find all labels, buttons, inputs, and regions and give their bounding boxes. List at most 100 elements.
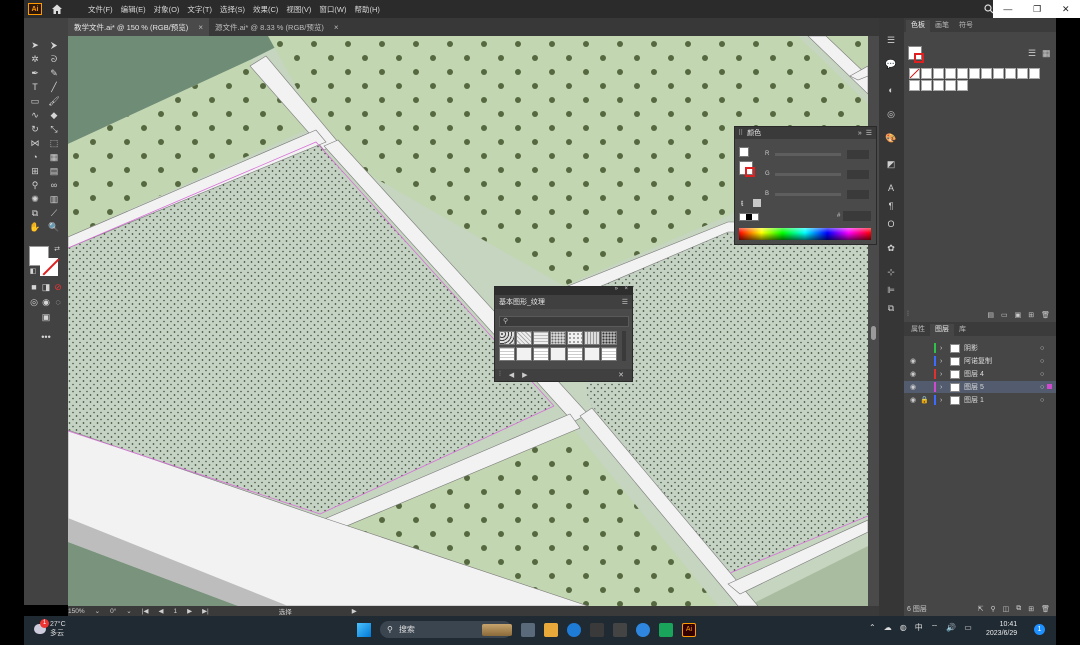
swatch[interactable] [945,68,956,79]
swap-fill-stroke-icon[interactable]: ⇄ [51,244,63,255]
visibility-eye-icon[interactable]: ◉ [910,383,920,391]
slice-tool-icon[interactable]: ⟋ [48,208,60,219]
close-icon[interactable]: × [198,23,203,32]
edge-icon[interactable] [567,622,581,637]
collapse-icon[interactable]: » [615,286,618,292]
target-icon[interactable]: ○ [1040,358,1048,365]
swatch[interactable] [921,68,932,79]
security-icon[interactable]: ◍ [900,623,907,632]
collapse-icon[interactable]: » [858,130,862,137]
chevron-up-icon[interactable]: ⌃ [869,623,876,632]
color-mode-icon[interactable]: ■ [28,282,40,293]
pattern-swatch[interactable] [499,347,515,361]
align-icon[interactable]: ⊫ [885,284,897,296]
paragraph-icon[interactable]: ¶ [885,200,897,212]
pattern-swatch[interactable] [550,331,566,345]
tab-libraries[interactable]: 库 [954,324,971,336]
show-kinds-icon[interactable]: ▤ [987,311,994,319]
layer-row[interactable]: ◉ › 图层 5 ○ [904,381,1056,393]
fill-swatch[interactable] [739,147,749,157]
swatch[interactable] [1029,68,1040,79]
more-tools-icon[interactable]: ••• [40,332,52,343]
swatch-libraries-icon[interactable]: ⫶ [907,311,909,319]
default-fill-stroke-icon[interactable]: ◧ [27,266,39,277]
pathfinder-icon[interactable]: ⧉ [885,302,897,314]
app-icon[interactable] [613,622,627,637]
gradient-tool-icon[interactable]: ▤ [48,166,60,177]
tab-source-file[interactable]: 源文件.ai* @ 8.33 % (RGB/预览) × [208,18,345,36]
curvature-tool-icon[interactable]: ✎ [48,68,60,79]
layer-row[interactable]: › 阴影 ○ [904,342,1056,354]
illustrator-taskbar-icon[interactable]: Ai [682,622,696,637]
type-tool-icon[interactable]: T [29,82,41,93]
visibility-eye-icon[interactable]: ◉ [910,357,920,365]
g-slider[interactable]: G [765,169,870,179]
volume-icon[interactable]: 🔊 [946,623,956,632]
pattern-swatch[interactable] [533,347,549,361]
comments-icon[interactable]: 💬 [885,58,897,70]
b-slider[interactable]: B [765,189,870,199]
pattern-swatch[interactable] [601,347,617,361]
artboard-tool-icon[interactable]: ⧉ [29,208,41,219]
tab-properties[interactable]: 属性 [906,324,930,336]
artboard-number[interactable]: 1 [173,608,177,615]
pattern-swatch[interactable] [533,331,549,345]
new-layer-icon[interactable]: ⊞ [1028,605,1034,613]
horizontal-scrollbar[interactable]: ▶ [352,607,357,615]
free-transform-tool-icon[interactable]: ⬚ [48,138,60,149]
new-color-group-icon[interactable]: ▣ [1015,311,1022,319]
menu-item[interactable]: 帮助(H) [355,4,380,15]
export-icon[interactable]: ⇱ [978,605,984,613]
new-sublayer-icon[interactable]: ⧉ [1016,605,1021,613]
pattern-swatch[interactable] [567,347,583,361]
hex-input[interactable] [843,211,871,221]
tab-symbols[interactable]: 符号 [954,20,978,32]
column-graph-tool-icon[interactable]: ▥ [48,194,60,205]
visibility-eye-icon[interactable]: ◉ [910,370,920,378]
draw-inside-icon[interactable]: ◌ [52,297,64,308]
prev-artboard-icon[interactable]: ◀ [158,607,163,615]
chevron-down-icon[interactable]: ⌄ [95,607,100,615]
expand-arrow-icon[interactable]: › [940,397,950,404]
transform-icon[interactable]: ⊹ [885,266,897,278]
out-of-gamut-icon[interactable]: ŧ [741,199,743,208]
menu-item[interactable]: 对象(O) [154,4,180,15]
pattern-swatch[interactable] [516,347,532,361]
stroke-panel-icon[interactable]: ◎ [885,108,897,120]
symbol-sprayer-tool-icon[interactable]: ✺ [29,194,41,205]
pattern-swatch[interactable] [567,331,583,345]
pattern-swatch[interactable] [584,347,600,361]
grid-view-icon[interactable]: ▦ [1042,48,1051,59]
draw-normal-icon[interactable]: ◎ [28,297,40,308]
appearance-icon[interactable]: ◐ [885,84,897,96]
paintbrush-tool-icon[interactable]: 🖌 [48,96,60,107]
tab-layers[interactable]: 图层 [930,324,954,336]
eraser-tool-icon[interactable]: ◆ [48,110,60,121]
swatch[interactable] [981,68,992,79]
clipping-mask-icon[interactable]: ◫ [1003,605,1010,613]
wifi-icon[interactable]: ⌔ [931,623,939,633]
swatch[interactable] [957,80,968,91]
menu-item[interactable]: 效果(C) [253,4,278,15]
pin-icon[interactable]: ✕ [618,371,624,379]
browser-icon[interactable] [636,622,650,637]
scale-tool-icon[interactable]: ⤡ [48,124,60,135]
close-icon[interactable]: ✕ [1062,4,1070,15]
restore-icon[interactable]: ❐ [1033,4,1041,15]
perspective-grid-tool-icon[interactable]: ▦ [48,152,60,163]
r-slider[interactable]: R [765,149,870,159]
panel-menu-icon[interactable]: ☰ [622,298,628,306]
weather-widget[interactable]: 1 27°C 多云 [34,619,66,638]
new-swatch-icon[interactable]: ⊞ [1028,311,1034,319]
chevron-down-icon[interactable]: ⌄ [126,607,131,615]
search-input[interactable]: ⚲ [499,316,629,327]
lock-icon[interactable]: 🔒 [920,396,930,404]
magic-wand-tool-icon[interactable]: ✲ [29,54,41,65]
menu-item[interactable]: 文件(F) [88,4,113,15]
swatch[interactable] [957,68,968,79]
hand-tool-icon[interactable]: ✋ [29,222,41,233]
selection-tool-icon[interactable]: ➤ [29,40,41,51]
close-icon[interactable]: × [624,286,628,292]
prev-library-icon[interactable]: ◀ [509,371,514,379]
grip-icon[interactable]: ⠿ [738,129,743,137]
